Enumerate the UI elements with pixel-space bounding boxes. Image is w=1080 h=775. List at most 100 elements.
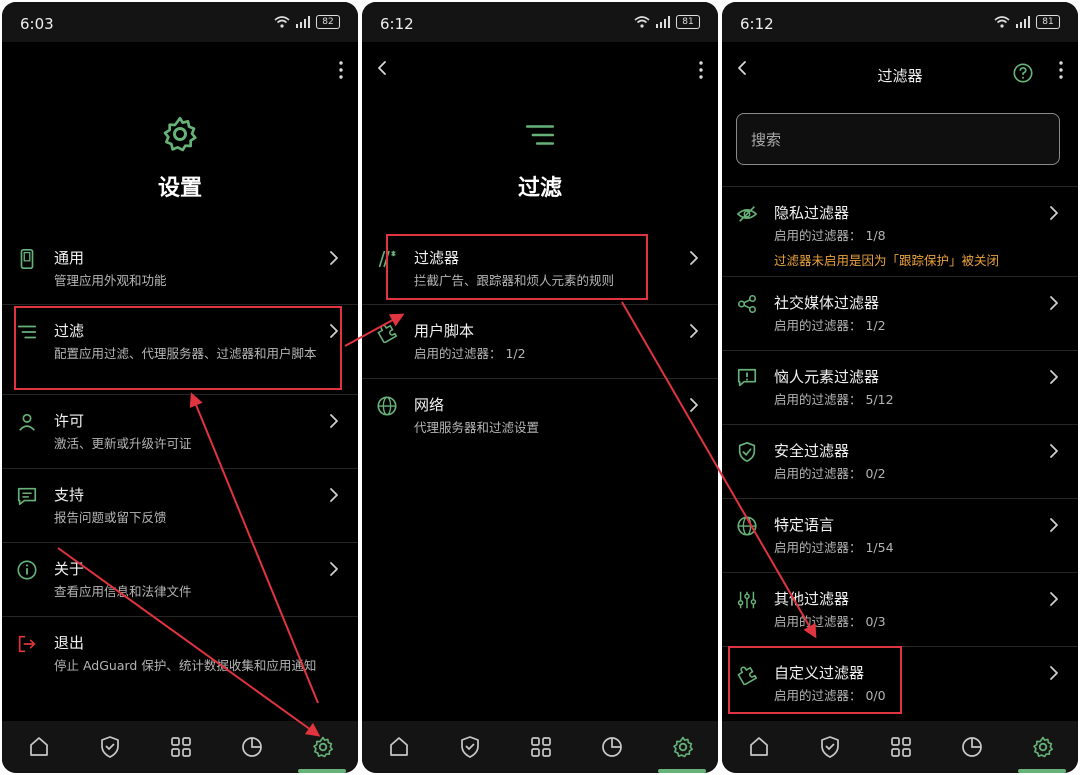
filter-group-annoyances[interactable]: 恼人元素过滤器 启用的过滤器： 5/12	[722, 350, 1078, 425]
wifi-icon	[274, 16, 290, 28]
active-tab-indicator	[1018, 769, 1066, 773]
apps-nav-icon[interactable]	[529, 735, 553, 759]
active-tab-indicator	[658, 769, 706, 773]
item-subtitle: 激活、更新或升级许可证	[54, 436, 192, 451]
bottom-nav	[2, 721, 358, 773]
globe-icon	[736, 515, 758, 537]
chevron-right-icon	[688, 323, 700, 339]
item-subtitle: 停止 AdGuard 保护、统计数据收集和应用通知	[54, 658, 317, 673]
active-tab-indicator	[298, 769, 346, 773]
apps-nav-icon[interactable]	[889, 735, 913, 759]
item-title: 通用	[54, 249, 85, 267]
exit-icon	[16, 633, 38, 655]
item-subtitle: 启用的过滤器： 1/2	[774, 318, 886, 333]
apps-nav-icon[interactable]	[169, 735, 193, 759]
chat-icon	[16, 485, 38, 507]
filter-group-security[interactable]: 安全过滤器 启用的过滤器： 0/2	[722, 424, 1078, 499]
settings-item-exit[interactable]: 退出 停止 AdGuard 保护、统计数据收集和应用通知	[2, 616, 358, 721]
item-title: 网络	[414, 396, 445, 414]
protection-nav-icon[interactable]	[98, 735, 122, 759]
status-bar: 6:12 81	[722, 2, 1078, 42]
page-title: 设置	[157, 176, 202, 201]
protection-nav-icon[interactable]	[458, 735, 482, 759]
home-nav-icon[interactable]	[747, 735, 771, 759]
highlight-box	[728, 646, 902, 714]
settings-gear-icon	[160, 114, 200, 154]
chevron-right-icon	[328, 413, 340, 429]
eye-off-icon	[736, 203, 758, 225]
chevron-right-icon	[328, 250, 340, 266]
item-title: 特定语言	[774, 516, 835, 534]
stats-nav-icon[interactable]	[600, 735, 624, 759]
screen-settings: 6:03 82 设置 通用 管理应用外观和功能 过滤 配置应用过滤、代理服务器、…	[2, 2, 358, 773]
more-menu-icon[interactable]	[1058, 60, 1064, 80]
settings-nav-icon[interactable]	[671, 735, 695, 759]
search-input[interactable]: 搜索	[736, 113, 1060, 165]
info-icon	[16, 559, 38, 581]
battery-level: 82	[316, 15, 340, 29]
status-time: 6:12	[380, 15, 414, 33]
more-menu-icon[interactable]	[698, 60, 704, 80]
screen-filters: 6:12 81 过滤器 搜索 隐私过滤器 启用的过滤器： 1/8 过滤器未启用是…	[722, 2, 1078, 773]
alert-message-icon	[736, 367, 758, 389]
status-time: 6:03	[20, 15, 54, 33]
filter-group-privacy[interactable]: 隐私过滤器 启用的过滤器： 1/8 过滤器未启用是因为「跟踪保护」被关闭	[722, 186, 1078, 277]
filter-group-language[interactable]: 特定语言 启用的过滤器： 1/54	[722, 498, 1078, 573]
chevron-right-icon	[328, 487, 340, 503]
status-time: 6:12	[740, 15, 774, 33]
globe-icon	[376, 395, 398, 417]
warning-text: 过滤器未启用是因为「跟踪保护」被关闭	[774, 253, 1000, 268]
settings-nav-icon[interactable]	[1031, 735, 1055, 759]
chevron-right-icon	[1048, 205, 1060, 221]
item-subtitle: 启用的过滤器： 1/54	[774, 540, 894, 555]
item-title: 社交媒体过滤器	[774, 294, 880, 312]
item-title: 隐私过滤器	[774, 204, 850, 222]
search-placeholder: 搜索	[751, 131, 782, 149]
item-subtitle: 代理服务器和过滤设置	[414, 420, 540, 435]
chevron-right-icon	[1048, 295, 1060, 311]
settings-item-license[interactable]: 许可 激活、更新或升级许可证	[2, 394, 358, 469]
chevron-right-icon	[688, 250, 700, 266]
item-subtitle: 查看应用信息和法律文件	[54, 584, 192, 599]
bottom-nav	[722, 721, 1078, 773]
signal-icon	[295, 16, 311, 28]
screen-filtering: 6:12 81 过滤 过滤器 拦截广告、跟踪器和烦人元素的规则 用户脚本 启用的…	[362, 2, 718, 773]
item-subtitle: 启用的过滤器： 0/3	[774, 614, 886, 629]
stats-nav-icon[interactable]	[960, 735, 984, 759]
more-menu-icon[interactable]	[338, 60, 344, 80]
item-subtitle: 启用的过滤器： 1/2	[414, 346, 526, 361]
filtering-item-network[interactable]: 网络 代理服务器和过滤设置	[362, 378, 718, 453]
highlight-box	[14, 306, 342, 390]
chevron-right-icon	[1048, 369, 1060, 385]
highlight-box	[386, 234, 648, 300]
settings-nav-icon[interactable]	[311, 735, 335, 759]
item-subtitle: 启用的过滤器： 1/8	[774, 228, 886, 243]
chevron-right-icon	[1048, 591, 1060, 607]
item-title: 用户脚本	[414, 322, 475, 340]
bottom-nav	[362, 721, 718, 773]
signal-icon	[1015, 16, 1031, 28]
filter-group-social[interactable]: 社交媒体过滤器 启用的过滤器： 1/2	[722, 276, 1078, 351]
protection-nav-icon[interactable]	[818, 735, 842, 759]
stats-nav-icon[interactable]	[240, 735, 264, 759]
chevron-right-icon	[1048, 443, 1060, 459]
back-arrow-icon[interactable]	[376, 60, 388, 76]
filter-lines-icon	[520, 118, 560, 152]
page-title: 过滤	[517, 176, 562, 201]
item-title: 许可	[54, 412, 85, 430]
home-nav-icon[interactable]	[27, 735, 51, 759]
settings-item-general[interactable]: 通用 管理应用外观和功能	[2, 232, 358, 304]
home-nav-icon[interactable]	[387, 735, 411, 759]
help-icon[interactable]	[1012, 62, 1034, 84]
chevron-right-icon	[1048, 665, 1060, 681]
share-icon	[736, 293, 758, 315]
wifi-icon	[994, 16, 1010, 28]
filter-group-other[interactable]: 其他过滤器 启用的过滤器： 0/3	[722, 572, 1078, 647]
item-subtitle: 启用的过滤器： 5/12	[774, 392, 894, 407]
wifi-icon	[634, 16, 650, 28]
settings-item-support[interactable]: 支持 报告问题或留下反馈	[2, 468, 358, 543]
settings-item-about[interactable]: 关于 查看应用信息和法律文件	[2, 542, 358, 617]
phone-icon	[16, 248, 38, 270]
filtering-item-userscripts[interactable]: 用户脚本 启用的过滤器： 1/2	[362, 304, 718, 379]
chevron-right-icon	[688, 397, 700, 413]
